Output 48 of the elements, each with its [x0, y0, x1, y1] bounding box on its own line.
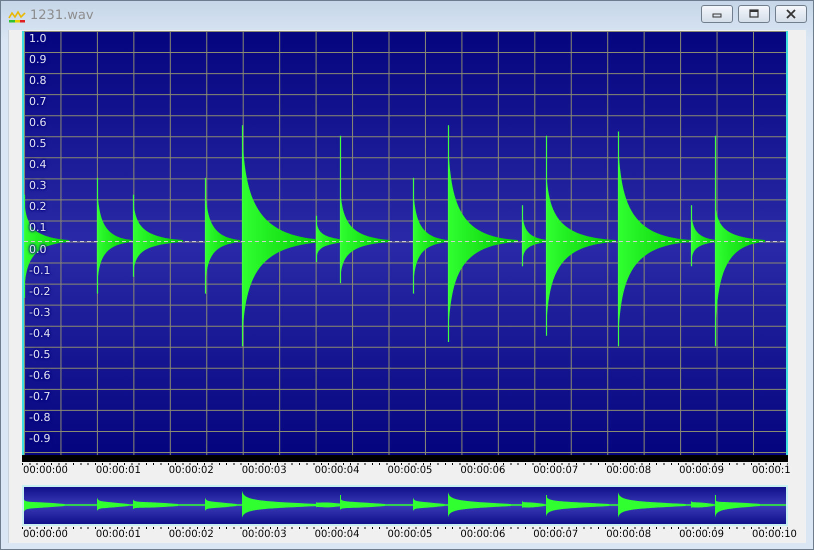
time-label: 00:00:03: [242, 529, 287, 540]
amplitude-label: 0.3: [29, 179, 46, 194]
amplitude-label: -0.2: [29, 284, 50, 299]
time-label: 00:00:04: [314, 465, 360, 476]
time-label: 00:00:06: [460, 465, 506, 476]
amplitude-label: -0.7: [29, 390, 50, 404]
time-label: 00:00:07: [533, 465, 578, 476]
amplitude-label: -0.6: [29, 368, 50, 383]
amplitude-label: -0.9: [29, 432, 50, 446]
time-label: 00:00:10: [752, 529, 797, 540]
amplitude-label: -0.5: [29, 348, 50, 362]
amplitude-label: 0.8: [29, 74, 46, 88]
amplitude-label: 0.7: [29, 95, 46, 110]
amplitude-label: 0.4: [29, 158, 46, 172]
amplitude-label: 0.2: [29, 200, 46, 214]
time-label: 00:00:02: [168, 529, 214, 540]
amplitude-label: 1.0: [29, 32, 46, 46]
time-label: 00:00:1: [752, 465, 791, 476]
time-label: 00:00:05: [388, 529, 432, 540]
maximize-button[interactable]: [738, 4, 770, 22]
amplitude-label: 0.5: [29, 137, 46, 152]
time-label: 00:00:09: [679, 529, 724, 540]
time-label: 00:00:03: [242, 465, 287, 476]
time-label: 00:00:02: [168, 465, 214, 476]
time-label: 00:00:04: [314, 529, 360, 540]
window-title: 1231.wav: [30, 8, 94, 23]
amplitude-label: -0.1: [29, 264, 50, 278]
amplitude-label: -0.8: [29, 410, 50, 425]
scroll-bar[interactable]: [22, 455, 788, 462]
time-label: 00:00:00: [23, 529, 68, 540]
time-label: 00:00:05: [388, 465, 432, 476]
close-icon: [786, 8, 796, 18]
time-label: 00:00:00: [23, 465, 68, 476]
close-button[interactable]: [775, 4, 807, 22]
time-label: 00:00:08: [606, 529, 652, 540]
minimize-button[interactable]: [701, 4, 733, 22]
amplitude-label: -0.3: [29, 306, 50, 320]
time-label: 00:00:07: [533, 529, 578, 540]
time-label: 00:00:08: [606, 465, 652, 476]
amplitude-label: -0.4: [29, 326, 50, 341]
time-label: 00:00:01: [96, 529, 141, 540]
amplitude-label: 0.9: [29, 53, 46, 68]
amplitude-label: 0.6: [29, 116, 46, 130]
time-label: 00:00:06: [460, 529, 506, 540]
time-label: 00:00:01: [96, 465, 141, 476]
maximize-icon: [749, 8, 759, 18]
time-label: 00:00:09: [679, 465, 724, 476]
app-icon: [8, 8, 26, 22]
